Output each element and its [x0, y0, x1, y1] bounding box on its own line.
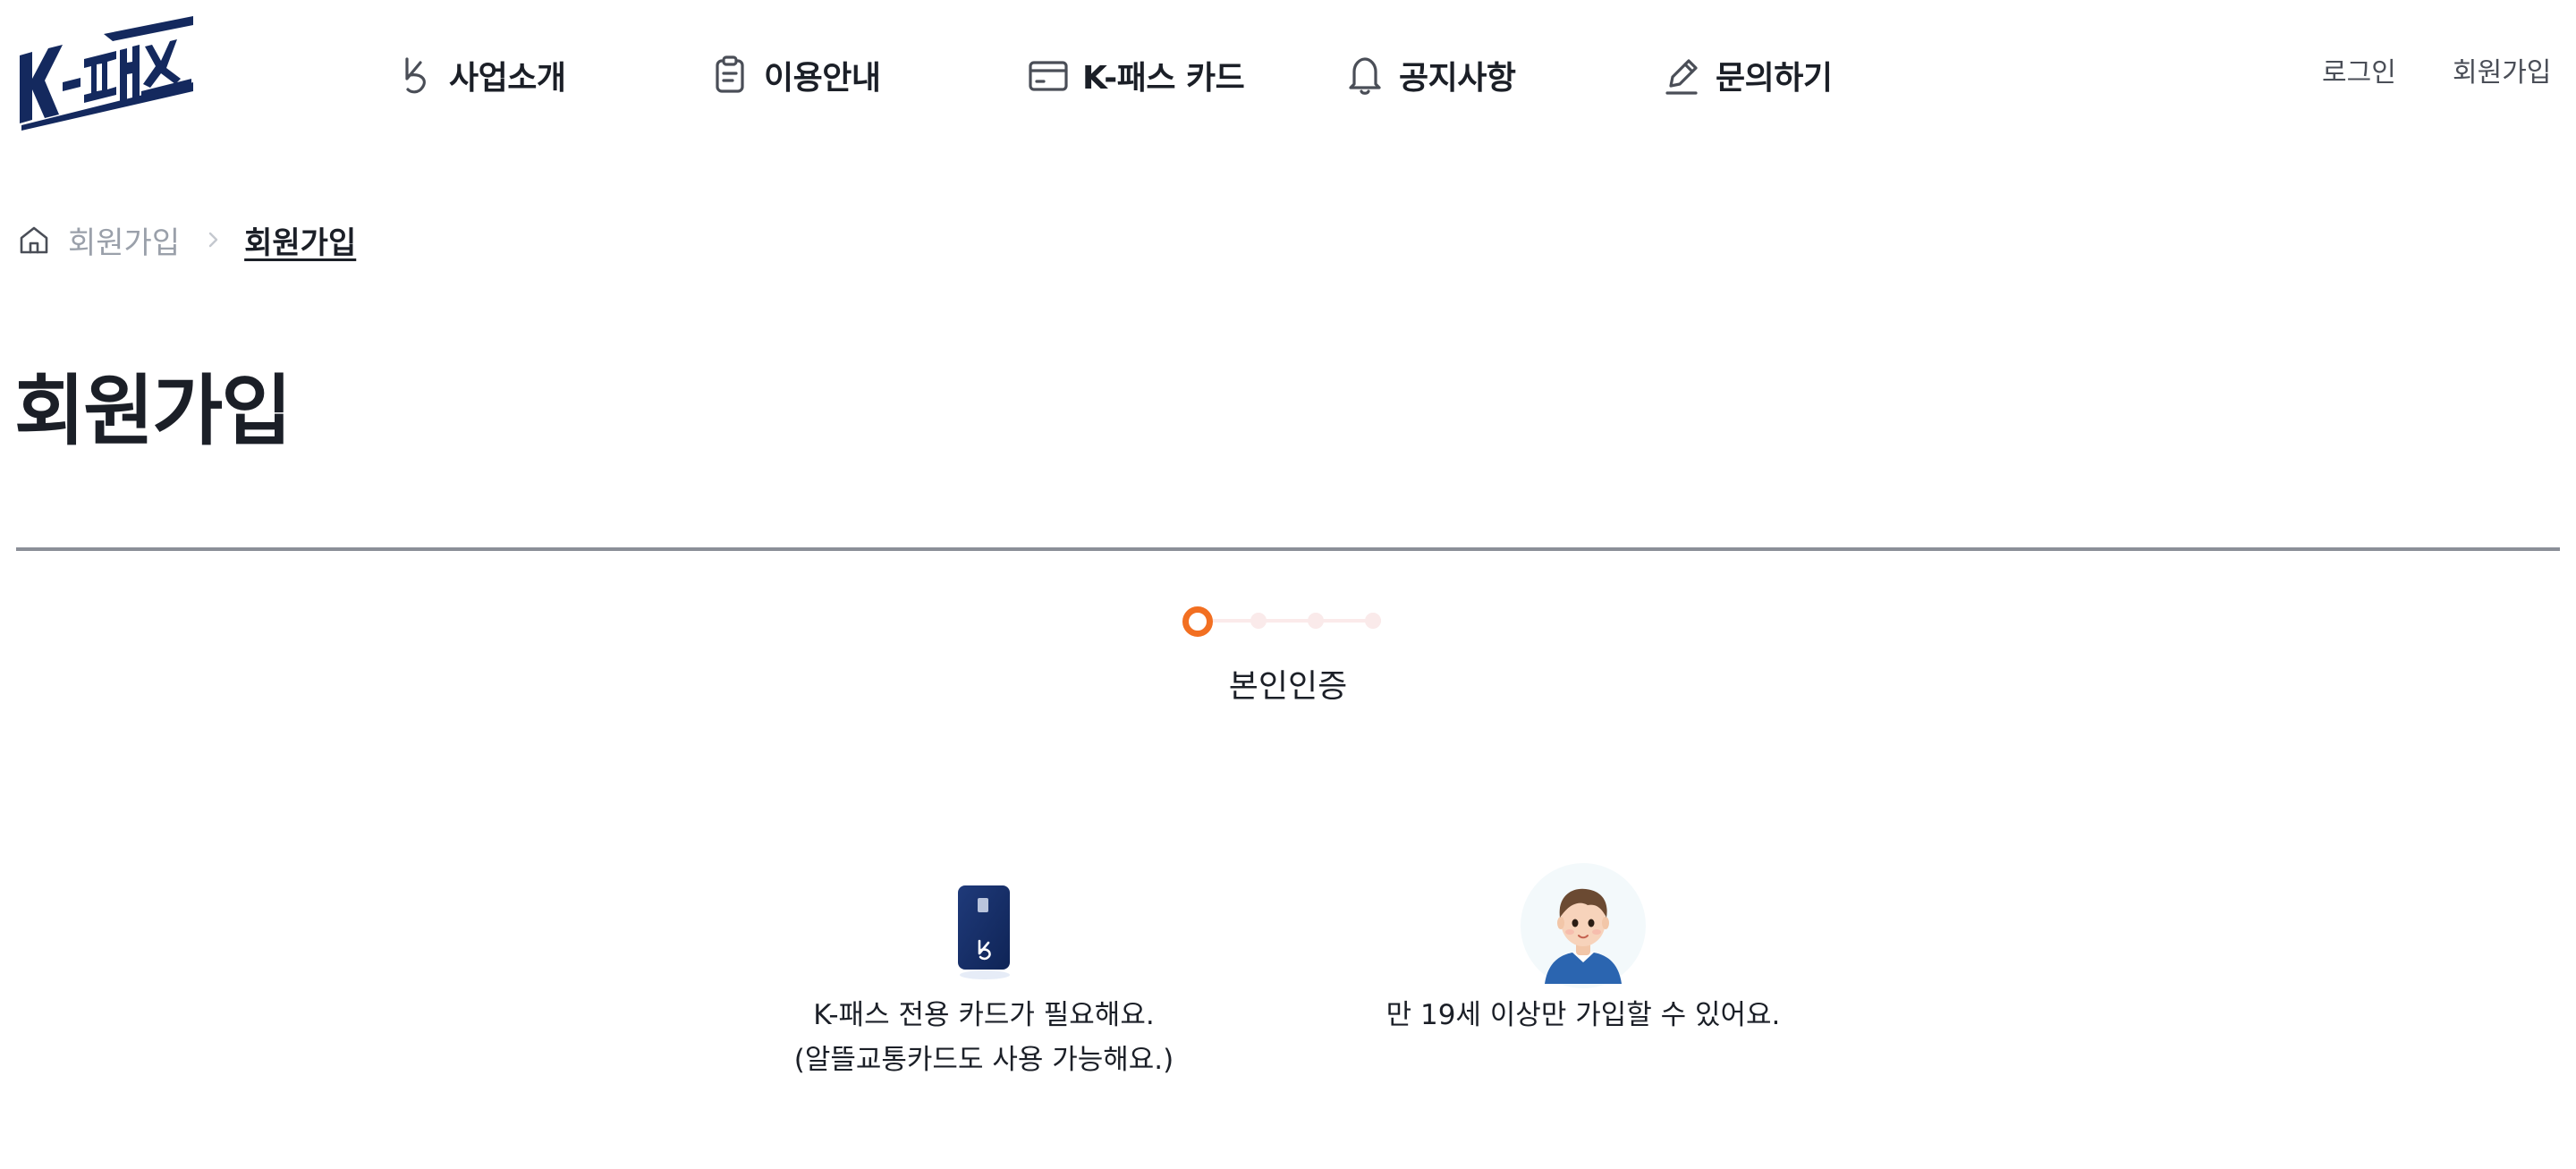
k-pass-card-icon [917, 859, 1051, 993]
requirement-card-line1: K-패스 전용 카드가 필요해요. [813, 999, 1155, 1031]
step-2-indicator [1250, 613, 1267, 629]
pencil-icon [1660, 52, 1703, 98]
breadcrumb-current: 회원가입 [244, 224, 357, 261]
breadcrumb-parent[interactable]: 회원가입 [68, 218, 180, 262]
requirement-card: K-패스 전용 카드가 필요해요. (알뜰교통카드도 사용 가능해요.) [769, 859, 1199, 1082]
nav-label: 사업소개 [449, 60, 566, 97]
step-1-indicator [1182, 606, 1213, 637]
chevron-right-icon [199, 226, 226, 253]
page-title: 회원가입 [14, 367, 292, 456]
nav-label: 이용안내 [764, 60, 881, 97]
nav-label: 공지사항 [1399, 60, 1516, 97]
k-pass-logo-icon [20, 16, 193, 131]
site-header: 사업소개 이용안내 K-패스 카드 공지사항 문의하기 로그인 회원가입 [0, 0, 2576, 148]
nav-item-inquiry[interactable]: 문의하기 [1660, 47, 1833, 104]
step-4-indicator [1365, 613, 1381, 629]
current-step-label: 본인인증 [1228, 668, 1348, 705]
k-swirl-icon [394, 52, 436, 98]
requirement-card-line2: (알뜰교통카드도 사용 가능해요.) [793, 1044, 1174, 1076]
stepper-track [1197, 619, 1381, 623]
nav-item-about[interactable]: 사업소개 [394, 47, 566, 104]
nav-label: 문의하기 [1716, 60, 1833, 97]
nav-item-card[interactable]: K-패스 카드 [1027, 47, 1245, 104]
breadcrumb: 회원가입 회원가입 [16, 215, 356, 265]
requirement-age: 만 19세 이상만 가입할 수 있어요. [1360, 859, 1807, 1038]
k-pass-logo[interactable] [14, 16, 197, 131]
nav-item-guide[interactable]: 이용안내 [708, 47, 881, 104]
bell-icon [1343, 52, 1386, 98]
signup-link[interactable]: 회원가입 [2453, 52, 2551, 95]
login-link[interactable]: 로그인 [2322, 52, 2396, 95]
adult-avatar-icon [1516, 859, 1650, 993]
home-icon[interactable] [16, 222, 52, 258]
title-divider [16, 547, 2560, 551]
nav-label: K-패스 카드 [1082, 60, 1245, 97]
clipboard-icon [708, 52, 751, 98]
nav-item-notice[interactable]: 공지사항 [1343, 47, 1516, 104]
step-3-indicator [1308, 613, 1324, 629]
requirement-age-line1: 만 19세 이상만 가입할 수 있어요. [1385, 999, 1781, 1031]
credit-card-icon [1027, 52, 1070, 98]
